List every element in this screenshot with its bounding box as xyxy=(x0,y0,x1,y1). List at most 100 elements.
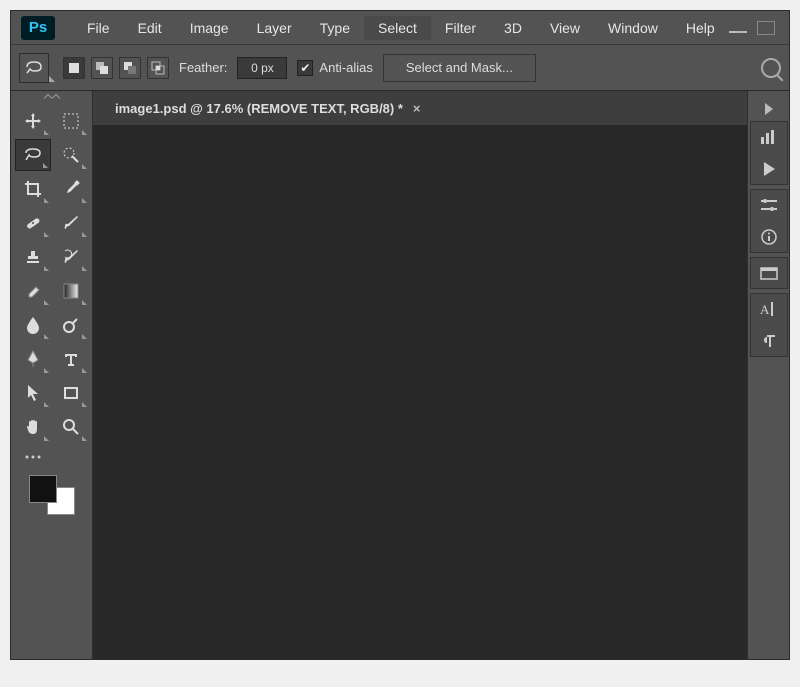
menu-select[interactable]: Select xyxy=(364,16,431,40)
crop-icon xyxy=(24,180,42,198)
histogram-bars-icon xyxy=(760,129,778,145)
selection-new[interactable] xyxy=(63,57,85,79)
canvas-wrap: REMOVE TEXT xyxy=(93,125,747,659)
workspace: image1.psd @ 17.6% (REMOVE TEXT, RGB/8) … xyxy=(11,91,789,659)
close-tab-button[interactable]: × xyxy=(413,101,421,116)
tool-zoom[interactable] xyxy=(53,411,89,443)
character-panel-icon[interactable]: A xyxy=(758,298,780,320)
paragraph-panel-icon[interactable] xyxy=(758,330,780,352)
menu-3d[interactable]: 3D xyxy=(490,16,536,40)
zoom-icon xyxy=(62,418,80,436)
foreground-color-swatch[interactable] xyxy=(29,475,57,503)
menu-filter[interactable]: Filter xyxy=(431,16,490,40)
selection-subtract[interactable] xyxy=(119,57,141,79)
brush-icon xyxy=(62,214,80,232)
bandage-icon xyxy=(24,214,42,232)
select-and-mask-button[interactable]: Select and Mask... xyxy=(383,54,536,82)
actions-panel-icon[interactable] xyxy=(758,158,780,180)
svg-text:A: A xyxy=(760,302,770,317)
feather-label: Feather: xyxy=(179,60,227,75)
adjustments-icon xyxy=(760,197,778,213)
selection-mode-group xyxy=(63,57,169,79)
lasso-icon xyxy=(24,60,44,76)
collapse-icon[interactable] xyxy=(51,94,59,102)
marquee-icon xyxy=(63,113,79,129)
tool-eraser[interactable] xyxy=(15,275,51,307)
gradient-icon xyxy=(63,283,79,299)
tool-pen[interactable] xyxy=(15,343,51,375)
properties-panel-icon[interactable] xyxy=(758,194,780,216)
menu-layer[interactable]: Layer xyxy=(243,16,306,40)
tool-hand[interactable] xyxy=(15,411,51,443)
menu-view[interactable]: View xyxy=(536,16,594,40)
tool-path-select[interactable] xyxy=(15,377,51,409)
tool-type[interactable] xyxy=(53,343,89,375)
drop-icon xyxy=(26,316,40,334)
stamp-icon xyxy=(24,248,42,266)
dodge-icon xyxy=(62,316,80,334)
tool-clone-stamp[interactable] xyxy=(15,241,51,273)
add-squares-icon xyxy=(95,61,109,75)
subtract-squares-icon xyxy=(123,61,137,75)
tool-edit-toolbar[interactable] xyxy=(15,445,51,469)
move-icon xyxy=(24,112,42,130)
libraries-panel-icon[interactable] xyxy=(758,262,780,284)
tool-eyedropper[interactable] xyxy=(53,173,89,205)
panel-group-1 xyxy=(750,121,788,185)
antialias-checkbox[interactable]: ✔ Anti-alias xyxy=(297,60,372,76)
expand-panels-icon[interactable] xyxy=(765,103,773,115)
tool-blur[interactable] xyxy=(15,309,51,341)
tool-spot-heal[interactable] xyxy=(15,207,51,239)
menu-edit[interactable]: Edit xyxy=(124,16,176,40)
panel-group-3 xyxy=(750,257,788,289)
tool-lasso[interactable] xyxy=(15,139,51,171)
character-icon: A xyxy=(760,301,778,317)
type-icon xyxy=(63,351,79,367)
window-minimize-button[interactable] xyxy=(729,21,747,33)
tool-dodge[interactable] xyxy=(53,309,89,341)
menu-help[interactable]: Help xyxy=(672,16,729,40)
eyedropper-icon xyxy=(62,180,80,198)
tool-shape[interactable] xyxy=(53,377,89,409)
intersect-squares-icon xyxy=(151,61,165,75)
rectangle-icon xyxy=(63,385,79,401)
square-icon xyxy=(68,62,80,74)
tool-crop[interactable] xyxy=(15,173,51,205)
color-swatches[interactable] xyxy=(29,475,75,515)
app-logo: Ps xyxy=(21,16,55,40)
tool-gradient[interactable] xyxy=(53,275,89,307)
info-panel-icon[interactable] xyxy=(758,226,780,248)
feather-input[interactable]: 0 px xyxy=(237,57,287,79)
document-tab-bar: image1.psd @ 17.6% (REMOVE TEXT, RGB/8) … xyxy=(93,91,747,125)
panel-group-4: A xyxy=(750,293,788,357)
tool-brush[interactable] xyxy=(53,207,89,239)
menu-image[interactable]: Image xyxy=(176,16,243,40)
antialias-label: Anti-alias xyxy=(319,60,372,75)
history-brush-icon xyxy=(62,248,80,266)
search-icon[interactable] xyxy=(761,58,781,78)
options-bar: Feather: 0 px ✔ Anti-alias Select and Ma… xyxy=(11,45,789,91)
collapse-icon[interactable] xyxy=(43,94,51,102)
tool-quick-select[interactable] xyxy=(53,139,89,171)
panel-group-2 xyxy=(750,189,788,253)
info-icon xyxy=(761,229,777,245)
document-tab[interactable]: image1.psd @ 17.6% (REMOVE TEXT, RGB/8) … xyxy=(107,95,429,122)
lasso-icon xyxy=(24,147,42,163)
dropdown-icon xyxy=(49,76,55,82)
tool-move[interactable] xyxy=(15,105,51,137)
document-tab-title: image1.psd @ 17.6% (REMOVE TEXT, RGB/8) … xyxy=(115,101,403,116)
menu-window[interactable]: Window xyxy=(594,16,672,40)
selection-intersect[interactable] xyxy=(147,57,169,79)
menu-type[interactable]: Type xyxy=(306,16,364,40)
pen-icon xyxy=(25,350,41,368)
window-restore-button[interactable] xyxy=(757,21,775,35)
tool-marquee[interactable] xyxy=(53,105,89,137)
history-panel-icon[interactable] xyxy=(758,126,780,148)
paragraph-icon xyxy=(761,333,777,349)
current-tool-preset[interactable] xyxy=(19,53,49,83)
tool-history-brush[interactable] xyxy=(53,241,89,273)
selection-add[interactable] xyxy=(91,57,113,79)
libraries-icon xyxy=(760,265,778,281)
right-panels: A xyxy=(747,91,789,659)
menu-file[interactable]: File xyxy=(73,16,124,40)
